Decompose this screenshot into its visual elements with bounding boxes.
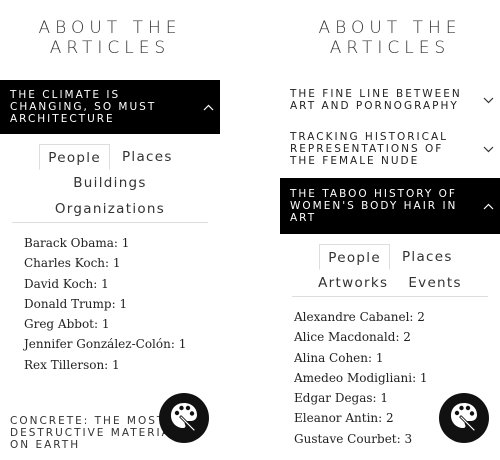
palette-icon [447,399,481,437]
palette-fab-button[interactable] [439,393,489,443]
bottom-fade [280,450,500,460]
tab-buildings[interactable]: Buildings [65,170,155,196]
section-heading: ABOUT THE ARTICLES [0,0,220,80]
tab-bar: People Places Artworks Events [280,244,500,296]
right-panel: ABOUT THE ARTICLES THE FINE LINE BETWEEN… [280,0,500,460]
chevron-up-icon [202,101,214,113]
article-accordion-body-hair[interactable]: THE TABOO HISTORY OF WOMEN'S BODY HAIR I… [280,178,500,234]
article-title: THE TABOO HISTORY OF WOMEN'S BODY HAIR I… [290,188,458,224]
tab-artworks[interactable]: Artworks [310,270,396,296]
heading-line: ABOUT THE [318,18,462,38]
list-item: David Koch: 1 [24,276,109,291]
tab-places[interactable]: Places [114,144,181,170]
tab-people[interactable]: People [319,244,390,270]
people-list: Barack Obama: 1 Charles Koch: 1 David Ko… [0,223,220,375]
heading-line: ARTICLES [49,38,171,58]
tab-events[interactable]: Events [400,270,470,296]
article-accordion-fine-line[interactable]: THE FINE LINE BETWEEN ART AND PORNOGRAPH… [280,80,500,120]
tab-places[interactable]: Places [394,244,461,270]
heading-line: ABOUT THE [38,18,182,38]
palette-fab-button[interactable] [159,393,209,443]
article-title: THE CLIMATE IS CHANGING, SO MUST ARCHITE… [10,89,157,125]
tab-organizations[interactable]: Organizations [47,196,173,222]
section-heading: ABOUT THE ARTICLES [280,0,500,80]
left-panel: ABOUT THE ARTICLES THE CLIMATE IS CHANGI… [0,0,220,460]
list-item: Alexandre Cabanel: 2 [294,310,425,324]
chevron-down-icon [482,143,494,155]
article-title: THE FINE LINE BETWEEN ART AND PORNOGRAPH… [290,88,462,112]
list-item: Alina Cohen: 1 [294,350,384,365]
list-item: Jennifer González-Colón: 1 [24,337,187,352]
list-item: Charles Koch: 1 [24,256,121,271]
heading-line: ARTICLES [329,38,451,58]
list-item: Amedeo Modigliani: 1 [294,370,428,385]
bottom-fade [0,450,220,460]
article-title: TRACKING HISTORICAL REPRESENTATIONS OF T… [290,131,449,167]
chevron-down-icon [482,94,494,106]
tab-people[interactable]: People [39,144,110,170]
list-item: Rex Tillerson: 1 [24,357,120,372]
list-item: Alice Macdonald: 2 [294,330,411,345]
chevron-up-icon [482,200,494,212]
tab-bar: People Places Buildings Organizations [0,144,220,222]
list-item: Donald Trump: 1 [24,296,128,311]
article-accordion-female-nude[interactable]: TRACKING HISTORICAL REPRESENTATIONS OF T… [280,120,500,178]
list-item: Greg Abbot: 1 [24,317,110,332]
article-accordion-climate[interactable]: THE CLIMATE IS CHANGING, SO MUST ARCHITE… [0,80,220,134]
palette-icon [167,399,201,437]
list-item: Barack Obama: 1 [24,236,130,250]
